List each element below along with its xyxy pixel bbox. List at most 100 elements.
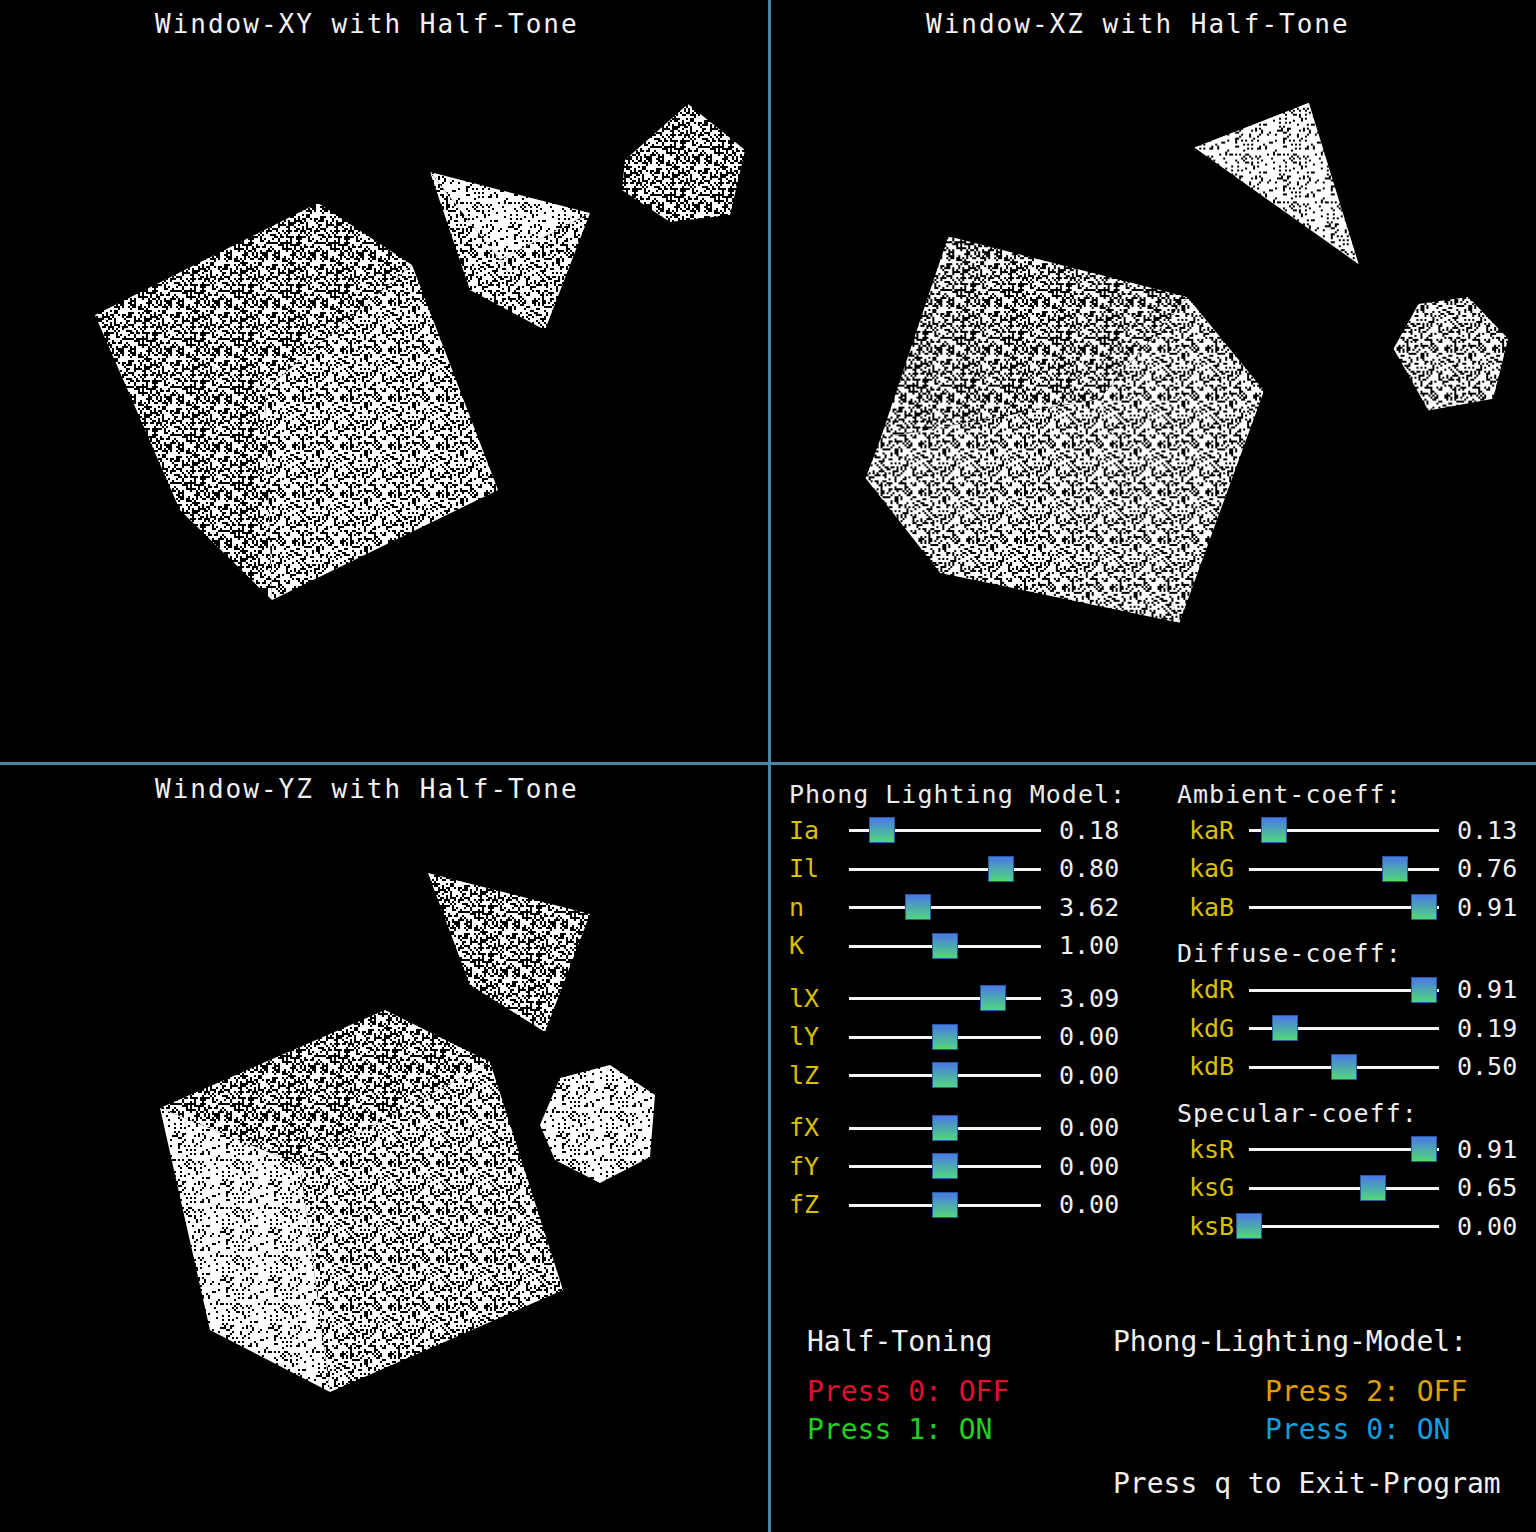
slider-thumb[interactable] <box>932 1153 958 1179</box>
slider-row: fX 0.00 <box>789 1109 1177 1148</box>
slider-value: 3.62 <box>1041 893 1177 922</box>
slider-group: Specular-coeff:ksR0.91ksG0.65ksB0.00 <box>1177 1096 1536 1246</box>
slider-label: fY <box>789 1152 849 1181</box>
halftone-face <box>866 399 1180 623</box>
key-help-option: Press 0: ON <box>1113 1410 1536 1448</box>
render-canvas <box>771 48 1536 762</box>
slider-thumb[interactable] <box>1360 1175 1386 1201</box>
slider-track[interactable] <box>1249 894 1439 920</box>
slider-group: Diffuse-coeff:kdR0.91kdG0.19kdB0.50 <box>1177 937 1536 1087</box>
slider-thumb[interactable] <box>1236 1213 1262 1239</box>
slider-track[interactable] <box>1249 817 1439 843</box>
slider-thumb[interactable] <box>1411 894 1437 920</box>
slider-track[interactable] <box>849 1153 1041 1179</box>
slider-row: ksB0.00 <box>1177 1207 1536 1246</box>
slider-row: kaB0.91 <box>1177 888 1536 927</box>
slider-label: kaR <box>1189 816 1249 845</box>
slider-thumb[interactable] <box>869 817 895 843</box>
control-panel: Phong Lighting Model:Ia0.18Il0.80n3.62K1… <box>771 765 1536 1532</box>
slider-value: 0.00 <box>1041 1022 1177 1051</box>
slider-track[interactable] <box>1249 1175 1439 1201</box>
slider-row: Il 0.80 <box>789 850 1177 889</box>
slider-label: kdR <box>1189 975 1249 1004</box>
slider-label: lY <box>789 1022 849 1051</box>
halftone-face <box>1394 297 1509 411</box>
slider-track[interactable] <box>849 894 1041 920</box>
app-window: Window-XY with Half-ToneWindow-XZ with H… <box>0 0 1536 1532</box>
slider-thumb[interactable] <box>980 985 1006 1011</box>
key-help-title: Phong-Lighting-Model: <box>1113 1322 1536 1360</box>
slider-thumb[interactable] <box>932 1024 958 1050</box>
slider-thumb[interactable] <box>932 1192 958 1218</box>
slider-track[interactable] <box>849 933 1041 959</box>
slider-label: Ia <box>789 816 849 845</box>
halftone-face <box>265 265 498 600</box>
slider-value: 0.91 <box>1439 975 1536 1004</box>
slider-value: 0.50 <box>1439 1052 1536 1081</box>
slider-row: ksR 0.91 <box>1177 1130 1536 1169</box>
slider-thumb[interactable] <box>932 1062 958 1088</box>
slider-track[interactable] <box>849 1192 1041 1218</box>
view-window: Window-XZ with Half-Tone <box>771 0 1536 762</box>
slider-group: lX3.09lY0.00lZ0.00 <box>789 979 1177 1095</box>
key-help-title: Half-Toning <box>807 1322 1113 1360</box>
slider-row: Ia0.18 <box>789 811 1177 850</box>
slider-row: kaR0.13 <box>1177 811 1536 850</box>
halftone-face <box>300 1062 563 1392</box>
slider-group: Ambient-coeff:kaR0.13kaG0.76kaB0.91 <box>1177 777 1536 927</box>
view-title: Window-XY with Half-Tone <box>0 0 768 48</box>
slider-row: lX3.09 <box>789 979 1177 1018</box>
slider-thumb[interactable] <box>932 1115 958 1141</box>
slider-label: Il <box>789 854 849 883</box>
slider-value: 0.91 <box>1439 1135 1536 1164</box>
slider-row: K1.00 <box>789 927 1177 966</box>
slider-label: n <box>789 893 849 922</box>
key-help: Phong-Lighting-Model:Press 2: OFFPress 0… <box>1113 1322 1536 1448</box>
slider-value: 0.80 <box>1041 854 1177 883</box>
view-title: Window-XZ with Half-Tone <box>771 0 1536 48</box>
slider-thumb[interactable] <box>1382 856 1408 882</box>
slider-group: Ia0.18 Il 0.80 n 3.62 K1.00 <box>789 811 1177 965</box>
slider-thumb[interactable] <box>1272 1015 1298 1041</box>
exit-hint: Press q to Exit-Program <box>1113 1464 1536 1502</box>
slider-row: n 3.62 <box>789 888 1177 927</box>
view-title: Window-YZ with Half-Tone <box>0 765 768 813</box>
slider-row: fZ0.00 <box>789 1186 1177 1225</box>
slider-track[interactable] <box>1249 856 1439 882</box>
slider-thumb[interactable] <box>1411 977 1437 1003</box>
slider-track[interactable] <box>1249 1213 1439 1239</box>
slider-track[interactable] <box>849 1024 1041 1050</box>
section-title: Ambient-coeff: <box>1177 777 1536 811</box>
slider-track[interactable] <box>1249 977 1439 1003</box>
slider-thumb[interactable] <box>1411 1136 1437 1162</box>
slider-row: kdB0.50 <box>1177 1048 1536 1087</box>
slider-track[interactable] <box>849 817 1041 843</box>
key-help: Half-ToningPress 0: OFFPress 1: ON <box>807 1322 1113 1448</box>
halftone-face <box>160 1108 330 1392</box>
slider-track[interactable] <box>849 856 1041 882</box>
halftone-face <box>540 1065 655 1183</box>
key-help-option: Press 1: ON <box>807 1410 1113 1448</box>
slider-track[interactable] <box>849 985 1041 1011</box>
slider-thumb[interactable] <box>932 933 958 959</box>
slider-value: 0.00 <box>1041 1061 1177 1090</box>
slider-row: fY0.00 <box>789 1147 1177 1186</box>
slider-value: 0.00 <box>1041 1190 1177 1219</box>
slider-track[interactable] <box>1249 1015 1439 1041</box>
slider-track[interactable] <box>849 1062 1041 1088</box>
slider-thumb[interactable] <box>1261 817 1287 843</box>
slider-label: fX <box>789 1113 849 1142</box>
slider-track[interactable] <box>849 1115 1041 1141</box>
slider-track[interactable] <box>1249 1136 1439 1162</box>
slider-label: ksR <box>1189 1135 1249 1164</box>
slider-value: 0.00 <box>1041 1113 1177 1142</box>
slider-value: 0.00 <box>1439 1212 1536 1241</box>
slider-thumb[interactable] <box>1331 1054 1357 1080</box>
slider-thumb[interactable] <box>988 856 1014 882</box>
slider-track[interactable] <box>1249 1054 1439 1080</box>
render-canvas <box>0 813 768 1532</box>
lighting-section: Phong Lighting Model:Ia0.18Il0.80n3.62K1… <box>771 777 1177 1246</box>
slider-thumb[interactable] <box>905 894 931 920</box>
view-window: Window-XY with Half-Tone <box>0 0 768 762</box>
slider-label: ksG <box>1189 1173 1249 1202</box>
